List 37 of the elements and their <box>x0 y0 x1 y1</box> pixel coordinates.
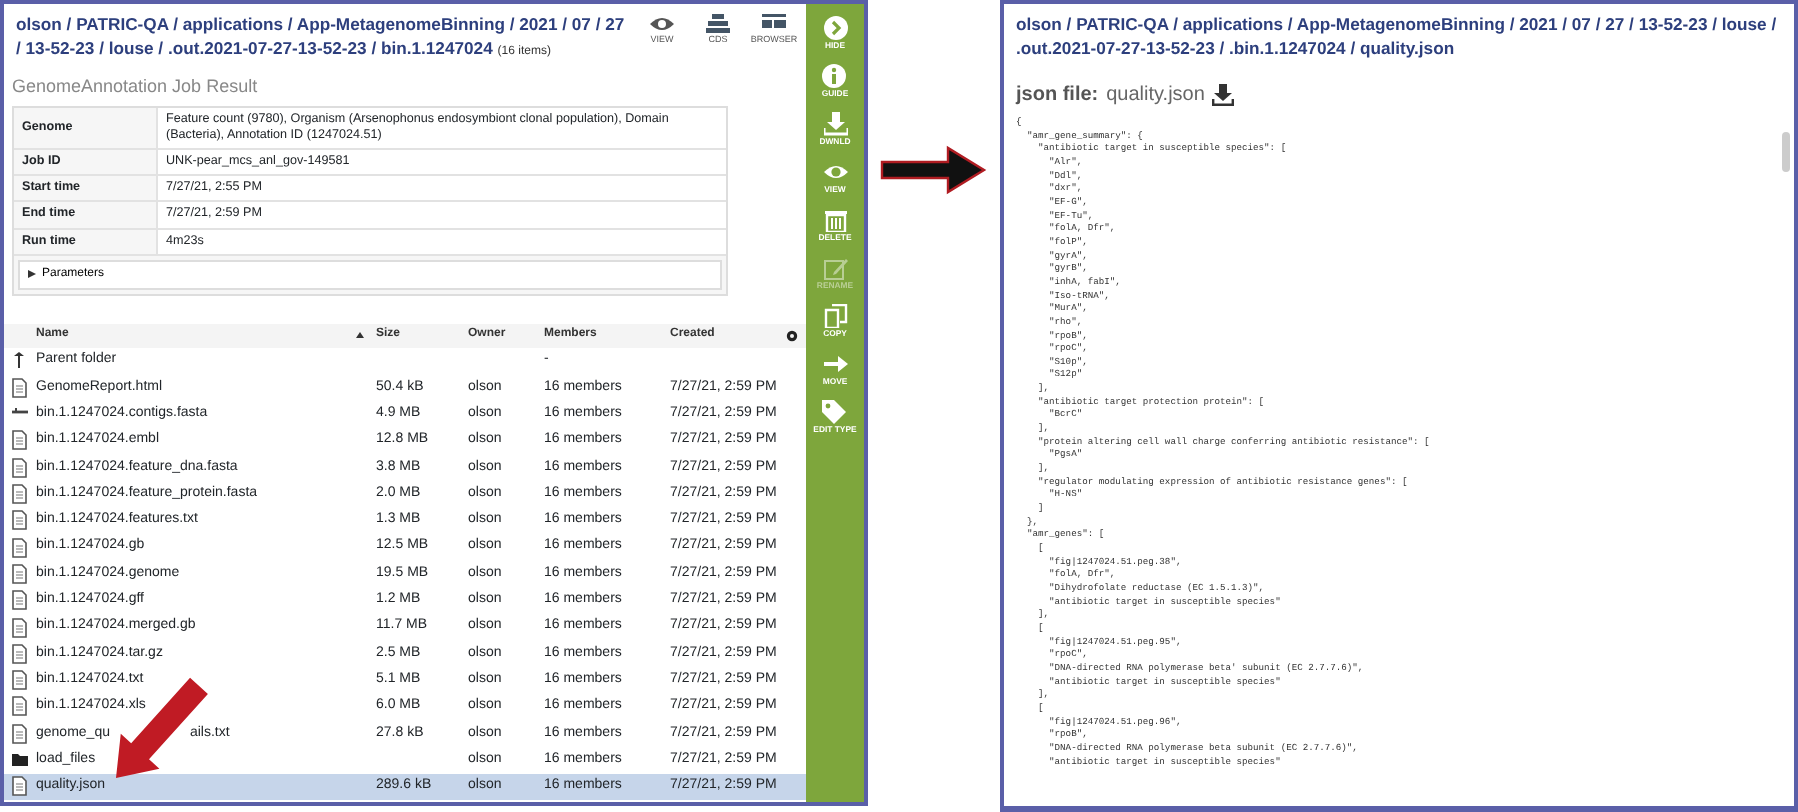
eye-icon <box>823 160 847 184</box>
document-icon <box>12 430 28 451</box>
download-icon <box>823 112 847 136</box>
arrow-right-icon <box>823 352 847 376</box>
file-heading-label: json file: <box>1016 82 1099 110</box>
document-icon <box>12 696 28 717</box>
document-icon <box>12 670 28 691</box>
breadcrumb[interactable]: olson / PATRIC-QA / applications / App-MetagenomeBinning / 2021 / 07 / 27 / 13-52-23 / louse / .out.2021-07-27-13-52-23 / .bin.1.1247024 / quality.json <box>1016 14 1782 60</box>
eye-icon <box>650 14 674 34</box>
arrow-drawing <box>880 144 988 196</box>
job-result-title: GenomeAnnotation Job Result <box>12 74 260 100</box>
document-icon <box>12 776 28 797</box>
download-icon[interactable] <box>1212 84 1235 106</box>
info-icon <box>822 64 847 88</box>
scrollbar[interactable] <box>1782 132 1790 172</box>
up-arrow-icon <box>12 351 28 372</box>
trash-icon <box>823 208 847 232</box>
document-icon <box>12 457 28 478</box>
document-icon <box>12 510 28 531</box>
copy-icon <box>823 304 847 328</box>
document-icon <box>12 617 28 638</box>
document-icon <box>12 537 28 558</box>
document-icon <box>12 643 28 664</box>
edit-icon <box>823 256 847 280</box>
document-icon <box>12 563 28 584</box>
settings-icon <box>786 329 798 342</box>
caret-right-icon <box>28 270 36 279</box>
document-icon <box>12 377 28 398</box>
chevron-circle-icon <box>823 16 847 40</box>
stacked-blocks-icon <box>706 14 730 34</box>
file-heading-name: quality.json <box>1106 82 1205 110</box>
track-blocks-icon <box>762 14 786 34</box>
document-icon <box>12 484 28 505</box>
document-icon <box>12 590 28 611</box>
folder-icon <box>12 750 28 771</box>
tag-icon <box>822 400 847 424</box>
document-icon <box>12 723 28 744</box>
